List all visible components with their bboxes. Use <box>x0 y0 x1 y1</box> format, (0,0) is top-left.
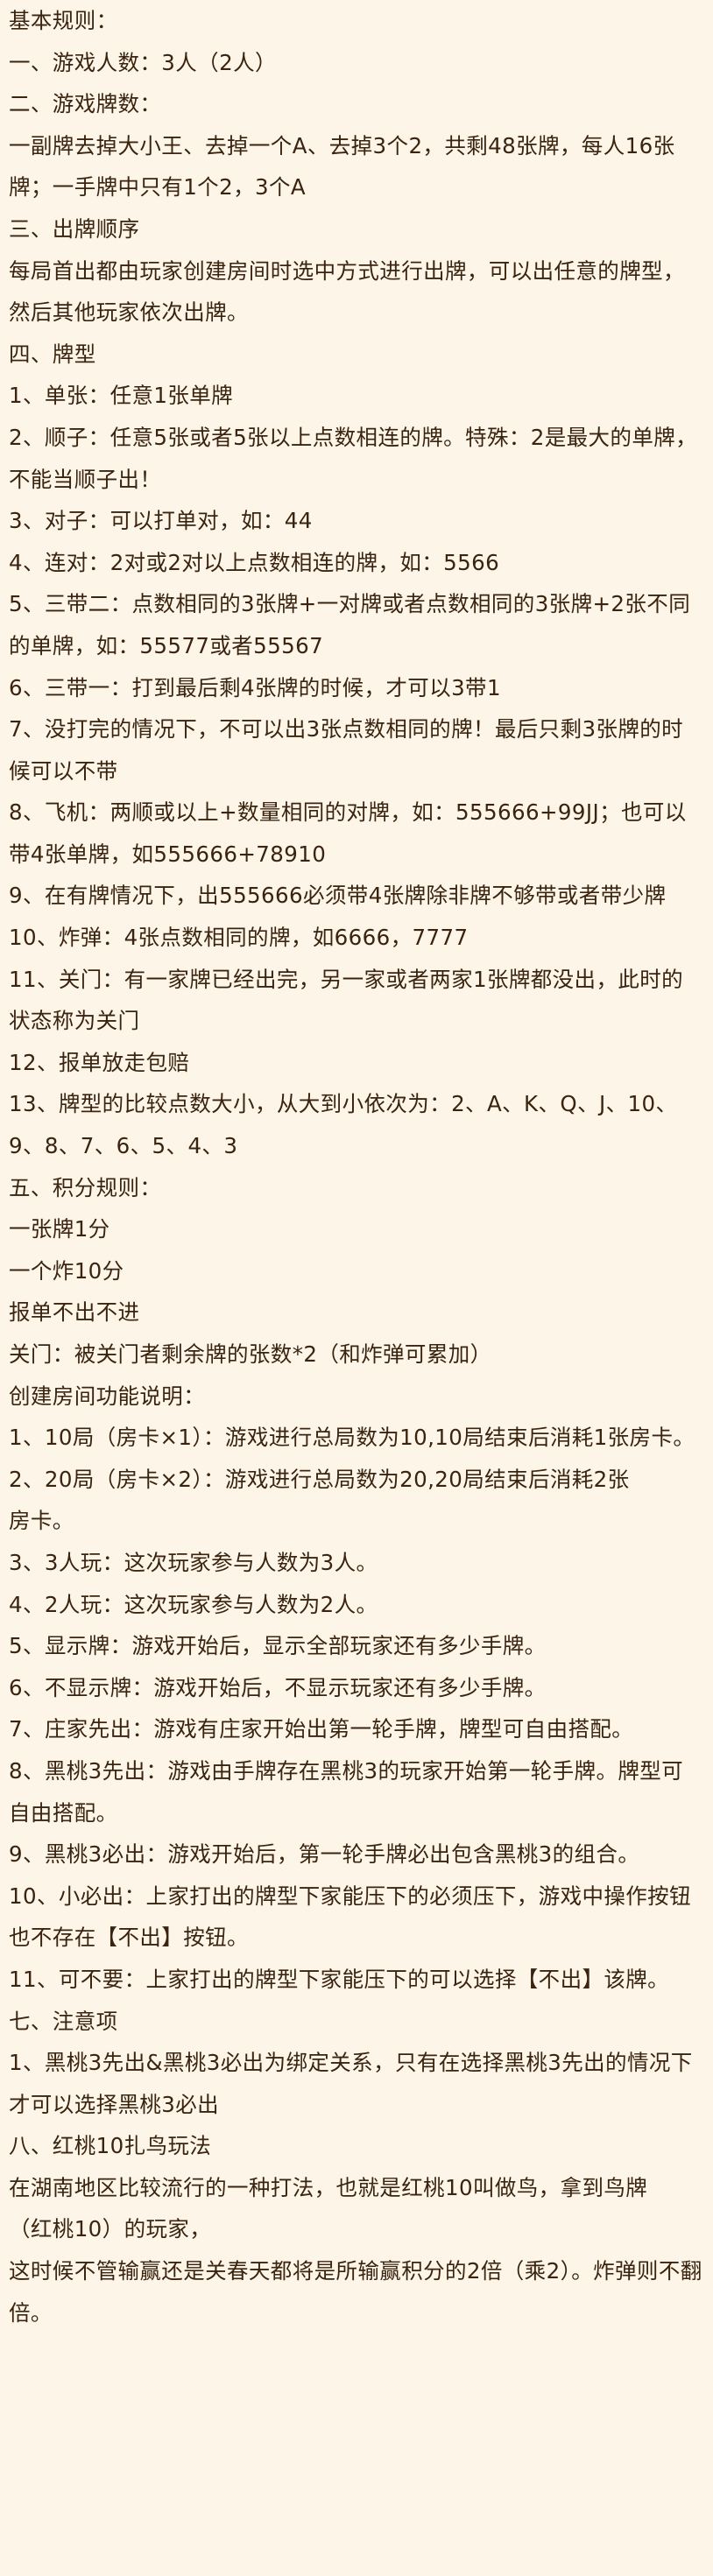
card-type-three-restriction: 7、没打完的情况下，不可以出3张点数相同的牌！最后只剩3张牌的时候可以不带 <box>9 716 684 784</box>
card-type-airplane-rule: 9、在有牌情况下，出555666必须带4张牌除非牌不够带或者带少牌 <box>9 883 667 909</box>
section-scoring-heading: 五、积分规则： <box>9 1174 162 1200</box>
card-type-pair: 3、对子：可以打单对，如：44 <box>9 508 313 534</box>
section-heart-10-heading: 八、红桃10扎鸟玩法 <box>9 2133 212 2159</box>
card-type-three-with-one: 6、三带一：打到最后剩4张牌的时候，才可以3带1 <box>9 674 501 700</box>
card-type-shut-out: 11、关门：有一家牌已经出完，另一家或者两家1张牌都没出，此时的状态称为关门 <box>9 966 684 1034</box>
room-option-dealer-first: 7、庄家先出：游戏有庄家开始出第一轮手牌，牌型可自由搭配。 <box>9 1716 634 1742</box>
rules-page: 基本规则： 一、游戏人数：3人（2人） 二、游戏牌数： 一副牌去掉大小王、去掉一… <box>0 0 713 2576</box>
card-count-paragraph: 一副牌去掉大小王、去掉一个A、去掉3个2，共剩48张牌，每人16张牌；一手牌中只… <box>9 132 675 201</box>
section-play-order-heading: 三、出牌顺序 <box>9 215 140 242</box>
rules-heading: 基本规则： <box>9 8 118 33</box>
card-type-last-card-penalty: 12、报单放走包赔 <box>9 1049 190 1075</box>
room-option-20-rounds: 2、20局（房卡×2）：游戏进行总局数为20,20局结束后消耗2张 <box>9 1466 630 1492</box>
section-card-count-heading: 二、游戏牌数： <box>9 91 162 117</box>
room-option-may-pass: 11、可不要：上家打出的牌型下家能压下的可以选择【不出】该牌。 <box>9 1966 670 1992</box>
room-option-spade-3-required: 9、黑桃3必出：游戏开始后，第一轮手牌必出包含黑桃3的组合。 <box>9 1841 640 1868</box>
section-player-count: 一、游戏人数：3人（2人） <box>9 49 277 75</box>
scoring-card-point: 一张牌1分 <box>9 1216 110 1242</box>
room-option-show-cards: 5、显示牌：游戏开始后，显示全部玩家还有多少手牌。 <box>9 1633 547 1659</box>
card-rank-order: 13、牌型的比较点数大小，从大到小依次为：2、A、K、Q、J、10、9、8、7、… <box>9 1091 678 1159</box>
note-spade-3-binding: 1、黑桃3先出&黑桃3必出为绑定关系，只有在选择黑桃3先出的情况下才可以选择黑桃… <box>9 2050 693 2117</box>
room-option-20-rounds-continued: 房卡。 <box>9 1508 74 1534</box>
scoring-shut-out: 关门：被关门者剩余牌的张数*2（和炸弹可累加） <box>9 1341 492 1367</box>
play-order-paragraph: 每局首出都由玩家创建房间时选中方式进行出牌，可以出任意的牌型，然后其他玩家依次出… <box>9 257 685 326</box>
card-type-single: 1、单张：任意1张单牌 <box>9 383 234 409</box>
card-type-three-with-two: 5、三带二：点数相同的3张牌+一对牌或者点数相同的3张牌+2张不同的单牌，如：5… <box>9 591 691 658</box>
room-option-2-players: 4、2人玩：这次玩家参与人数为2人。 <box>9 1591 378 1617</box>
heart-10-scoring: 这时候不管输赢还是关春天都将是所输赢积分的2倍（乘2）。炸弹则不翻倍。 <box>9 2258 702 2326</box>
card-type-consecutive-pairs: 4、连对：2对或2对以上点数相连的牌，如：5566 <box>9 549 500 575</box>
section-card-types-heading: 四、牌型 <box>9 341 96 367</box>
room-option-spade-3-first: 8、黑桃3先出：游戏由手牌存在黑桃3的玩家开始第一轮手牌。牌型可自由搭配。 <box>9 1757 684 1826</box>
scoring-bomb-point: 一个炸10分 <box>9 1257 124 1284</box>
card-type-straight: 2、顺子：任意5张或者5张以上点数相连的牌。特殊：2是最大的单牌，不能当顺子出！ <box>9 424 698 492</box>
room-option-10-rounds: 1、10局（房卡×1）：游戏进行总局数为10,10局结束后消耗1张房卡。 <box>9 1425 695 1451</box>
heart-10-description: 在湖南地区比较流行的一种打法，也就是红桃10叫做鸟，拿到鸟牌 <box>9 2174 648 2200</box>
heart-10-description-continued: （红桃10）的玩家， <box>9 2216 212 2242</box>
room-option-must-beat: 10、小必出：上家打出的牌型下家能压下的必须压下，游戏中操作按钮也不存在【不出】… <box>9 1883 691 1951</box>
card-type-bomb: 10、炸弹：4张点数相同的牌，如6666，7777 <box>9 925 469 951</box>
section-notes-heading: 七、注意项 <box>9 2008 118 2034</box>
room-option-hide-cards: 6、不显示牌：游戏开始后，不显示玩家还有多少手牌。 <box>9 1674 547 1700</box>
section-room-options-heading: 创建房间功能说明： <box>9 1383 206 1409</box>
rules-text: 基本规则： 一、游戏人数：3人（2人） 二、游戏牌数： 一副牌去掉大小王、去掉一… <box>9 0 702 2333</box>
scoring-last-card-note: 报单不出不进 <box>9 1299 140 1326</box>
room-option-3-players: 3、3人玩：这次玩家参与人数为3人。 <box>9 1549 378 1575</box>
card-type-airplane: 8、飞机：两顺或以上+数量相同的对牌，如：555666+99JJ；也可以带4张单… <box>9 799 687 867</box>
